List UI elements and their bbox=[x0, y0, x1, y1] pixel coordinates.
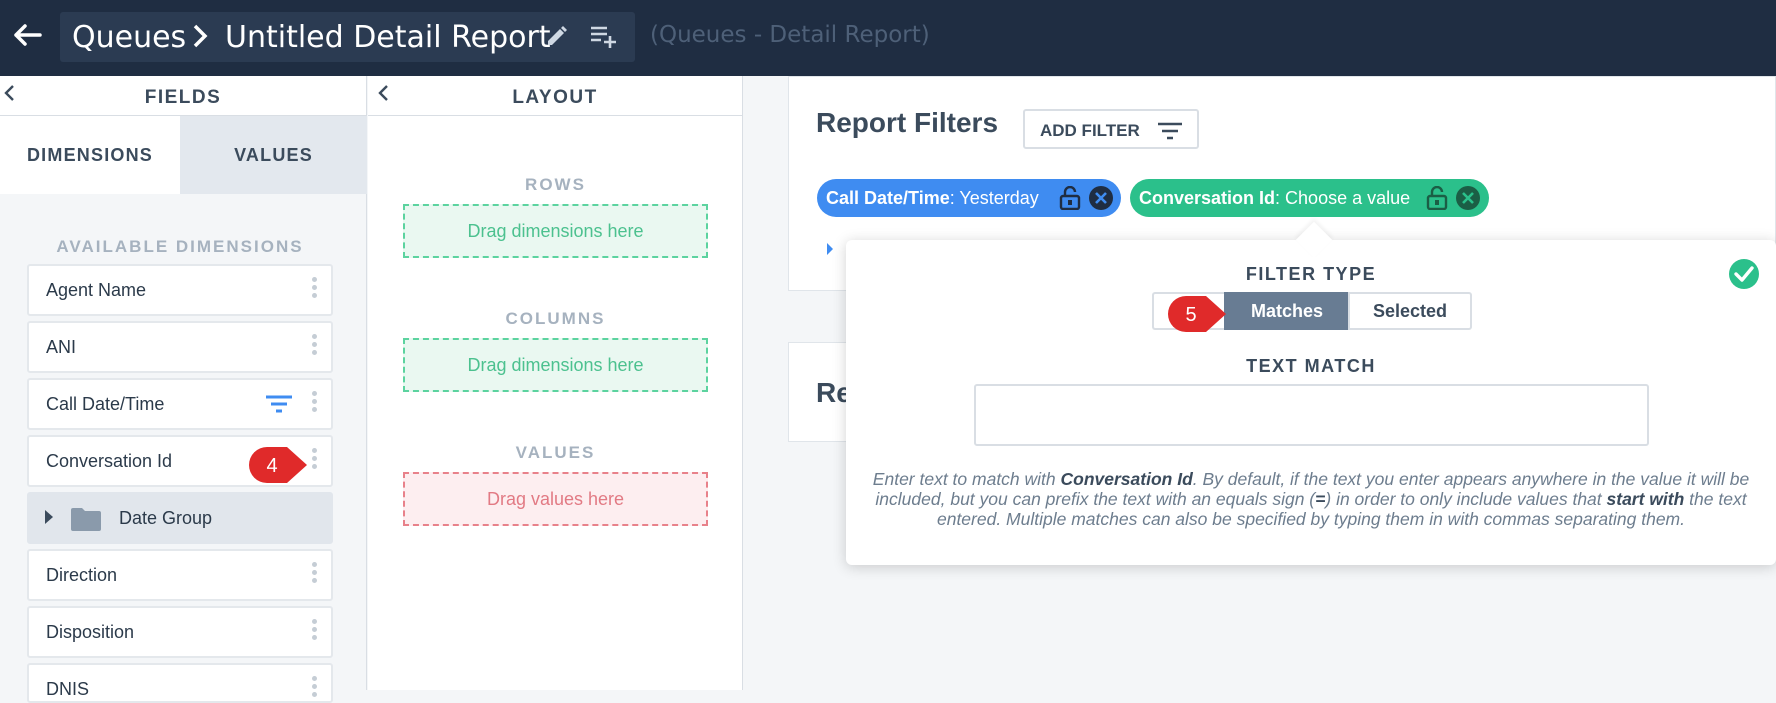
dimension-label: ANI bbox=[46, 337, 77, 357]
text-match-input[interactable] bbox=[974, 384, 1649, 446]
top-bar: Queues Untitled Detail Report (Queues - … bbox=[0, 0, 1776, 76]
drag-handle-icon[interactable] bbox=[312, 334, 318, 360]
page-title: Untitled Detail Report bbox=[225, 20, 551, 55]
filter-icon bbox=[1158, 122, 1182, 140]
dimension-label: Conversation Id bbox=[46, 451, 173, 471]
drag-handle-icon[interactable] bbox=[312, 277, 318, 303]
columns-drop-zone[interactable]: Drag dimensions here bbox=[403, 338, 708, 392]
chip-field: Conversation Id bbox=[1139, 188, 1276, 208]
report-title-box: Queues Untitled Detail Report bbox=[60, 12, 635, 62]
filter-type-matches-button[interactable]: Matches bbox=[1224, 292, 1350, 330]
rows-label: ROWS bbox=[525, 175, 586, 194]
drag-handle-icon[interactable] bbox=[312, 676, 318, 702]
dimension-item-call-date-time[interactable]: Call Date/Time bbox=[27, 378, 333, 430]
dimension-item-ani[interactable]: ANI bbox=[27, 321, 333, 373]
fields-panel: FIELDS DIMENSIONS VALUES AVAILABLE DIMEN… bbox=[0, 76, 367, 703]
layout-panel: LAYOUT ROWS Drag dimensions here COLUMNS… bbox=[368, 76, 743, 690]
text-match-label: TEXT MATCH bbox=[1246, 356, 1376, 376]
chevron-right-icon bbox=[190, 21, 210, 59]
step-marker-label: 5 bbox=[1185, 304, 1196, 326]
tab-dimensions[interactable]: DIMENSIONS bbox=[0, 116, 180, 194]
fields-header: FIELDS bbox=[0, 76, 366, 116]
lock-open-icon[interactable] bbox=[1059, 185, 1081, 211]
drag-handle-icon[interactable] bbox=[312, 562, 318, 588]
dimension-label: Call Date/Time bbox=[46, 394, 165, 414]
playlist-add-icon[interactable] bbox=[588, 20, 618, 50]
dimension-item-dnis[interactable]: DNIS bbox=[27, 663, 333, 703]
step-marker-label: 4 bbox=[266, 455, 277, 477]
chip-value: Choose a value bbox=[1285, 188, 1411, 208]
drag-handle-icon[interactable] bbox=[312, 391, 318, 417]
chip-value: Yesterday bbox=[959, 188, 1039, 208]
dimension-item-agent-name[interactable]: Agent Name bbox=[27, 264, 333, 316]
filter-chip-conversation-id[interactable]: Conversation Id: Choose a value bbox=[1130, 179, 1489, 217]
dimension-item-direction[interactable]: Direction bbox=[27, 549, 333, 601]
expand-caret-icon[interactable] bbox=[827, 243, 833, 255]
back-arrow-icon[interactable] bbox=[10, 18, 46, 54]
dimension-item-disposition[interactable]: Disposition bbox=[27, 606, 333, 658]
drag-handle-icon[interactable] bbox=[312, 619, 318, 645]
values-drop-zone[interactable]: Drag values here bbox=[403, 472, 708, 526]
dimension-group-date-group[interactable]: Date Group bbox=[27, 492, 333, 544]
drag-handle-icon[interactable] bbox=[312, 448, 318, 474]
tab-values[interactable]: VALUES bbox=[180, 116, 367, 194]
dimension-label: Disposition bbox=[46, 622, 135, 642]
values-label: VALUES bbox=[515, 443, 596, 462]
report-filters-title: Report Filters bbox=[816, 107, 999, 138]
available-dimensions-label: AVAILABLE DIMENSIONS bbox=[56, 237, 304, 256]
help-text: Enter text to match with Conversation Id… bbox=[872, 469, 1750, 529]
step-marker-5: 5 bbox=[1166, 294, 1228, 334]
close-icon[interactable] bbox=[1088, 185, 1114, 211]
dimension-label: Date Group bbox=[119, 508, 213, 528]
fields-title: FIELDS bbox=[144, 87, 222, 108]
layout-header: LAYOUT bbox=[368, 76, 742, 116]
filter-popover: FILTER TYPE Matches Selected TEXT MATCH … bbox=[846, 221, 1776, 565]
chip-field: Call Date/Time bbox=[826, 188, 950, 208]
breadcrumb-root[interactable]: Queues bbox=[72, 20, 186, 55]
add-filter-label: ADD FILTER bbox=[1040, 121, 1140, 140]
add-filter-button[interactable]: ADD FILTER bbox=[1023, 109, 1199, 149]
dimension-label: Direction bbox=[46, 565, 118, 585]
dimension-label: Agent Name bbox=[46, 280, 147, 300]
columns-label: COLUMNS bbox=[505, 309, 606, 328]
step-marker-4: 4 bbox=[247, 445, 309, 485]
lock-open-icon[interactable] bbox=[1426, 185, 1448, 211]
rows-drop-zone[interactable]: Drag dimensions here bbox=[403, 204, 708, 258]
filter-icon[interactable] bbox=[265, 394, 293, 414]
layout-title: LAYOUT bbox=[512, 87, 598, 108]
expand-caret-icon[interactable] bbox=[45, 510, 53, 524]
pencil-icon[interactable] bbox=[545, 24, 571, 50]
folder-icon bbox=[71, 507, 101, 531]
filter-type-label: FILTER TYPE bbox=[1245, 264, 1377, 284]
report-subtitle: (Queues - Detail Report) bbox=[650, 22, 930, 48]
filter-type-selected-button[interactable]: Selected bbox=[1348, 292, 1472, 330]
filter-chip-call-date-time[interactable]: Call Date/Time: Yesterday bbox=[817, 179, 1121, 217]
close-icon[interactable] bbox=[1455, 185, 1481, 211]
